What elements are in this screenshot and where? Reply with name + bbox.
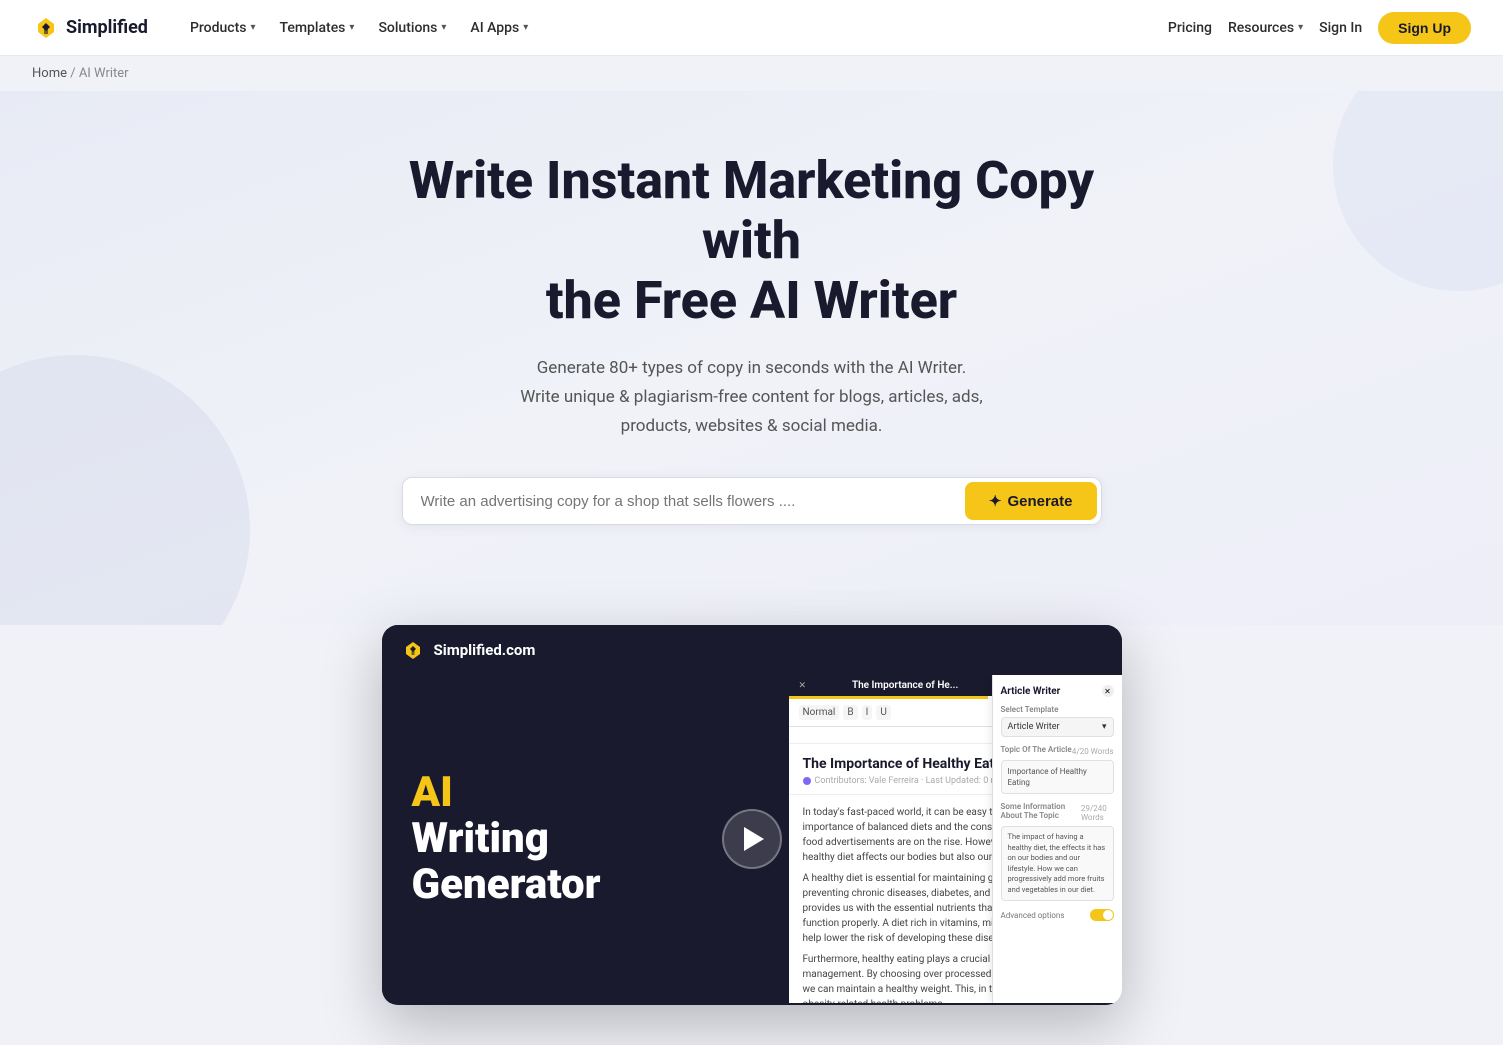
info-row: Some Information About The Topic 29/240 … bbox=[1001, 802, 1114, 823]
breadcrumb-separator: / bbox=[70, 66, 79, 81]
toolbar-u[interactable]: U bbox=[876, 705, 890, 720]
video-editor-panel: ✕ The Importance of He... 1635 / 250000 … bbox=[789, 675, 1122, 1003]
hero-section: Write Instant Marketing Copy with the Fr… bbox=[0, 91, 1503, 625]
video-logo-icon bbox=[402, 639, 424, 661]
toolbar-i[interactable]: I bbox=[862, 705, 873, 720]
writing-label: Writing bbox=[412, 814, 549, 863]
video-ai-title: AI Writing Generator bbox=[412, 770, 759, 909]
signin-link[interactable]: Sign In bbox=[1319, 20, 1362, 36]
navbar: Simplified Products ▾ Templates ▾ Soluti… bbox=[0, 0, 1503, 56]
editor-top-title: The Importance of He... bbox=[806, 680, 1004, 691]
nav-solutions[interactable]: Solutions ▾ bbox=[368, 14, 456, 42]
generate-button[interactable]: ✦ Generate bbox=[965, 482, 1097, 520]
brand-logo[interactable]: Simplified bbox=[32, 14, 148, 42]
video-body: AI Writing Generator ✕ The Importance of… bbox=[382, 675, 1122, 1003]
article-writer-panel: Article Writer ✕ Select Template Article… bbox=[992, 675, 1122, 1003]
play-button[interactable] bbox=[722, 809, 782, 869]
video-container: Simplified.com AI Writing Generator ✕ bbox=[382, 625, 1122, 1005]
breadcrumb: Home / AI Writer bbox=[0, 56, 1503, 91]
search-bar: ✦ Generate bbox=[402, 477, 1102, 525]
nav-aiapps[interactable]: AI Apps ▾ bbox=[460, 14, 538, 42]
video-header: Simplified.com bbox=[382, 625, 1122, 675]
topic-label: Topic Of The Article bbox=[1001, 745, 1072, 754]
nav-pricing[interactable]: Pricing bbox=[1168, 20, 1212, 36]
template-selected: Article Writer bbox=[1008, 722, 1060, 732]
generator-label: Generator bbox=[412, 860, 601, 909]
advanced-toggle[interactable] bbox=[1090, 909, 1114, 921]
hero-title: Write Instant Marketing Copy with the Fr… bbox=[362, 151, 1142, 330]
template-chevron-icon: ▾ bbox=[1102, 722, 1107, 732]
topic-value[interactable]: Importance of Healthy Eating bbox=[1001, 760, 1114, 794]
resources-chevron-icon: ▾ bbox=[1298, 22, 1303, 33]
nav-products[interactable]: Products ▾ bbox=[180, 14, 266, 42]
info-content[interactable]: The impact of having a healthy diet, the… bbox=[1001, 826, 1114, 901]
video-logo-text: Simplified.com bbox=[434, 641, 536, 659]
template-select[interactable]: Article Writer ▾ bbox=[1001, 717, 1114, 737]
topic-row: Topic Of The Article 4/20 Words bbox=[1001, 745, 1114, 757]
breadcrumb-current: AI Writer bbox=[79, 66, 129, 81]
generate-label: Generate bbox=[1007, 493, 1072, 510]
nav-resources[interactable]: Resources ▾ bbox=[1228, 20, 1303, 36]
select-template-label: Select Template bbox=[1001, 705, 1114, 714]
aiapps-chevron-icon: ▾ bbox=[523, 22, 528, 33]
products-chevron-icon: ▾ bbox=[250, 22, 255, 33]
toolbar-normal[interactable]: Normal bbox=[799, 705, 840, 720]
nav-templates[interactable]: Templates ▾ bbox=[269, 14, 364, 42]
info-count: 29/240 Words bbox=[1081, 804, 1114, 822]
panel-title: Article Writer bbox=[1001, 686, 1061, 697]
panel-close-button[interactable]: ✕ bbox=[1102, 685, 1114, 697]
logo-icon bbox=[32, 14, 60, 42]
toggle-knob bbox=[1103, 910, 1113, 920]
advanced-row: Advanced options bbox=[1001, 909, 1114, 921]
search-input[interactable] bbox=[421, 493, 965, 510]
editor-meta-dot bbox=[803, 777, 811, 785]
topic-count: 4/20 Words bbox=[1072, 747, 1114, 756]
panel-header: Article Writer ✕ bbox=[1001, 685, 1114, 697]
hero-subtitle: Generate 80+ types of copy in seconds wi… bbox=[452, 354, 1052, 441]
video-section: Simplified.com AI Writing Generator ✕ bbox=[0, 625, 1503, 1045]
nav-right: Pricing Resources ▾ Sign In Sign Up bbox=[1168, 12, 1471, 44]
nav-items: Products ▾ Templates ▾ Solutions ▾ AI Ap… bbox=[180, 14, 1168, 42]
brand-name: Simplified bbox=[66, 17, 148, 38]
signup-button[interactable]: Sign Up bbox=[1378, 12, 1471, 44]
info-label: Some Information About The Topic bbox=[1001, 802, 1081, 820]
breadcrumb-home[interactable]: Home bbox=[32, 66, 67, 81]
generate-icon: ✦ bbox=[989, 492, 1002, 510]
solutions-chevron-icon: ▾ bbox=[441, 22, 446, 33]
templates-chevron-icon: ▾ bbox=[349, 22, 354, 33]
ai-label: AI bbox=[412, 768, 453, 817]
advanced-label: Advanced options bbox=[1001, 911, 1065, 920]
play-icon bbox=[744, 827, 764, 851]
toolbar-b[interactable]: B bbox=[843, 705, 857, 720]
